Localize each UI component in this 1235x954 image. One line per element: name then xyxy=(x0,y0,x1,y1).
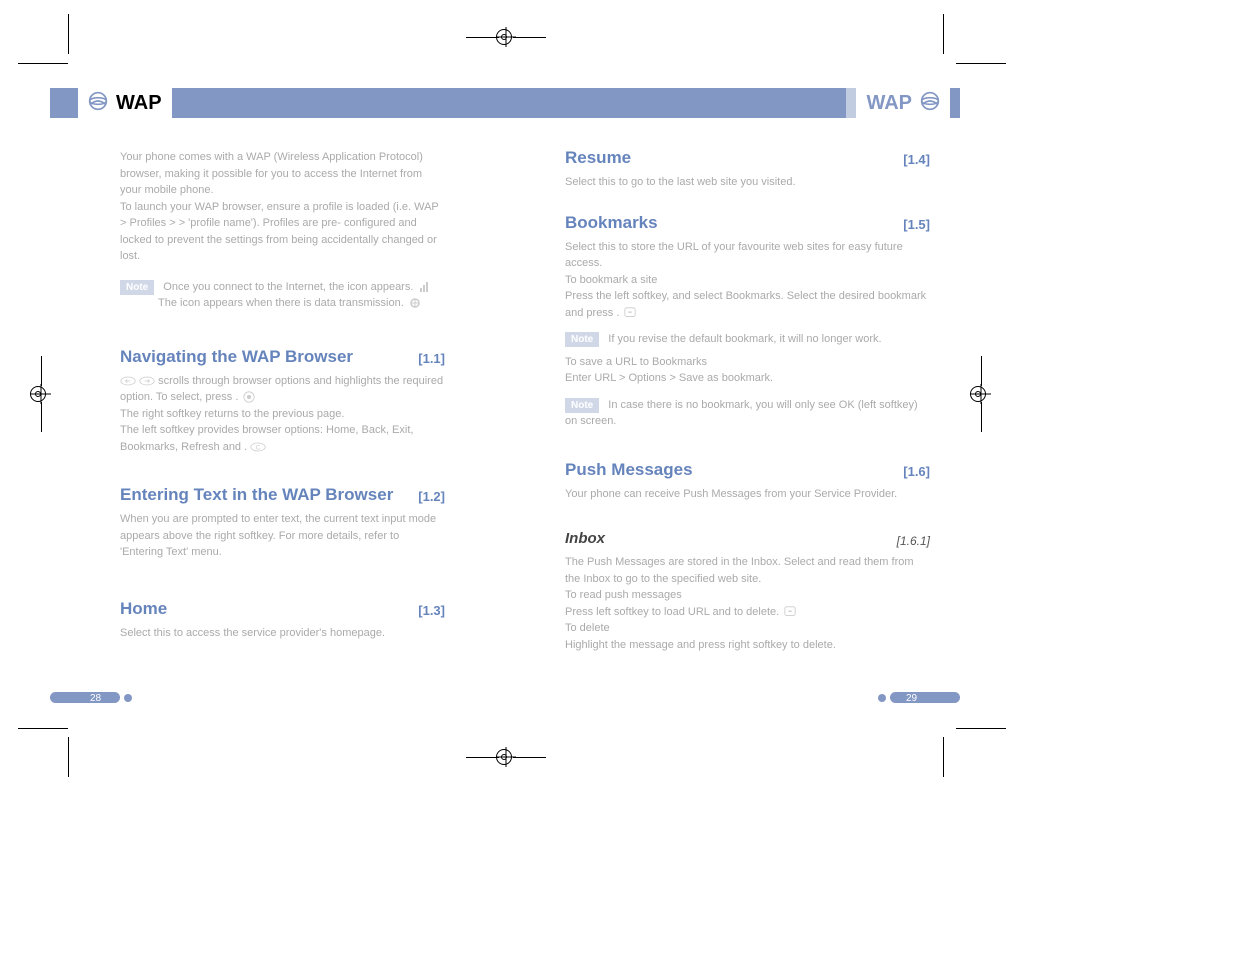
section-number: [1.4] xyxy=(903,152,930,167)
crop-mark xyxy=(943,737,944,777)
section-number: [1.3] xyxy=(418,603,445,618)
ok-key-icon xyxy=(241,391,257,403)
svg-text:C: C xyxy=(256,444,261,451)
browser-icon xyxy=(88,91,108,116)
crop-mark xyxy=(943,14,944,54)
crop-mark xyxy=(18,63,68,64)
manual-spread: WAP WAP Your phone comes with a WAP (Wir… xyxy=(50,88,960,653)
signal-icon xyxy=(416,281,432,293)
page-number-dot xyxy=(878,694,886,702)
section-body: scrolls through browser options and high… xyxy=(120,373,445,456)
page-number: 28 xyxy=(90,693,101,704)
crop-mark xyxy=(68,737,69,777)
section-body: Select this to store the URL of your fav… xyxy=(565,239,930,322)
section-number: [1.2] xyxy=(418,489,445,504)
subsection-body: The Push Messages are stored in the Inbo… xyxy=(565,554,930,653)
crop-mark xyxy=(956,63,1006,64)
left-key-icon xyxy=(120,375,136,387)
section-number: [1.1] xyxy=(418,351,445,366)
registration-mark-icon xyxy=(466,22,546,52)
left-page: Your phone comes with a WAP (Wireless Ap… xyxy=(50,118,505,653)
data-icon xyxy=(407,297,423,309)
page-number-pill xyxy=(50,692,120,703)
section-title: Entering Text in the WAP Browser xyxy=(120,485,445,505)
header-tab-left: WAP xyxy=(78,88,172,118)
header-title-left: WAP xyxy=(116,92,162,115)
section-body: Your phone can receive Push Messages fro… xyxy=(565,486,930,503)
c-key-icon: C xyxy=(250,441,266,453)
section-body: When you are prompted to enter text, the… xyxy=(120,511,445,561)
section-body: To save a URL to Bookmarks Enter URL > O… xyxy=(565,354,930,387)
note-label: Note xyxy=(565,398,599,413)
section-title: Navigating the WAP Browser xyxy=(120,347,445,367)
crop-mark xyxy=(956,728,1006,729)
subsection-number: [1.6.1] xyxy=(897,534,930,548)
section-body: Select this to go to the last web site y… xyxy=(565,174,930,191)
right-key-icon xyxy=(139,375,155,387)
section-title: Bookmarks xyxy=(565,213,930,233)
crop-mark xyxy=(68,14,69,54)
ok-key-icon xyxy=(782,606,798,618)
section-title: Home xyxy=(120,599,445,619)
intro-text: Your phone comes with a WAP (Wireless Ap… xyxy=(120,149,445,265)
section-title: Resume xyxy=(565,148,930,168)
ok-key-icon xyxy=(622,307,638,319)
note-label: Note xyxy=(565,332,599,347)
browser-icon xyxy=(920,91,940,116)
note-label: Note xyxy=(120,280,154,295)
section-number: [1.5] xyxy=(903,217,930,232)
note-block: Note If you revise the default bookmark,… xyxy=(565,331,930,348)
registration-mark-icon xyxy=(966,356,996,436)
header-bar: WAP WAP xyxy=(50,88,960,118)
page-number-pill xyxy=(890,692,960,703)
registration-mark-icon xyxy=(466,742,546,772)
right-page: [1.4] Resume Select this to go to the la… xyxy=(505,118,960,653)
section-title: Push Messages xyxy=(565,460,930,480)
section-number: [1.6] xyxy=(903,464,930,479)
header-tab-right: WAP xyxy=(856,88,950,118)
page-number: 29 xyxy=(906,693,917,704)
subsection-title: Inbox xyxy=(565,530,930,547)
header-title-right: WAP xyxy=(866,92,912,115)
section-body: Select this to access the service provid… xyxy=(120,625,445,642)
note-block: Note Once you connect to the Internet, t… xyxy=(120,279,445,312)
note-block: Note In case there is no bookmark, you w… xyxy=(565,397,930,430)
page-number-dot xyxy=(124,694,132,702)
crop-mark xyxy=(18,728,68,729)
